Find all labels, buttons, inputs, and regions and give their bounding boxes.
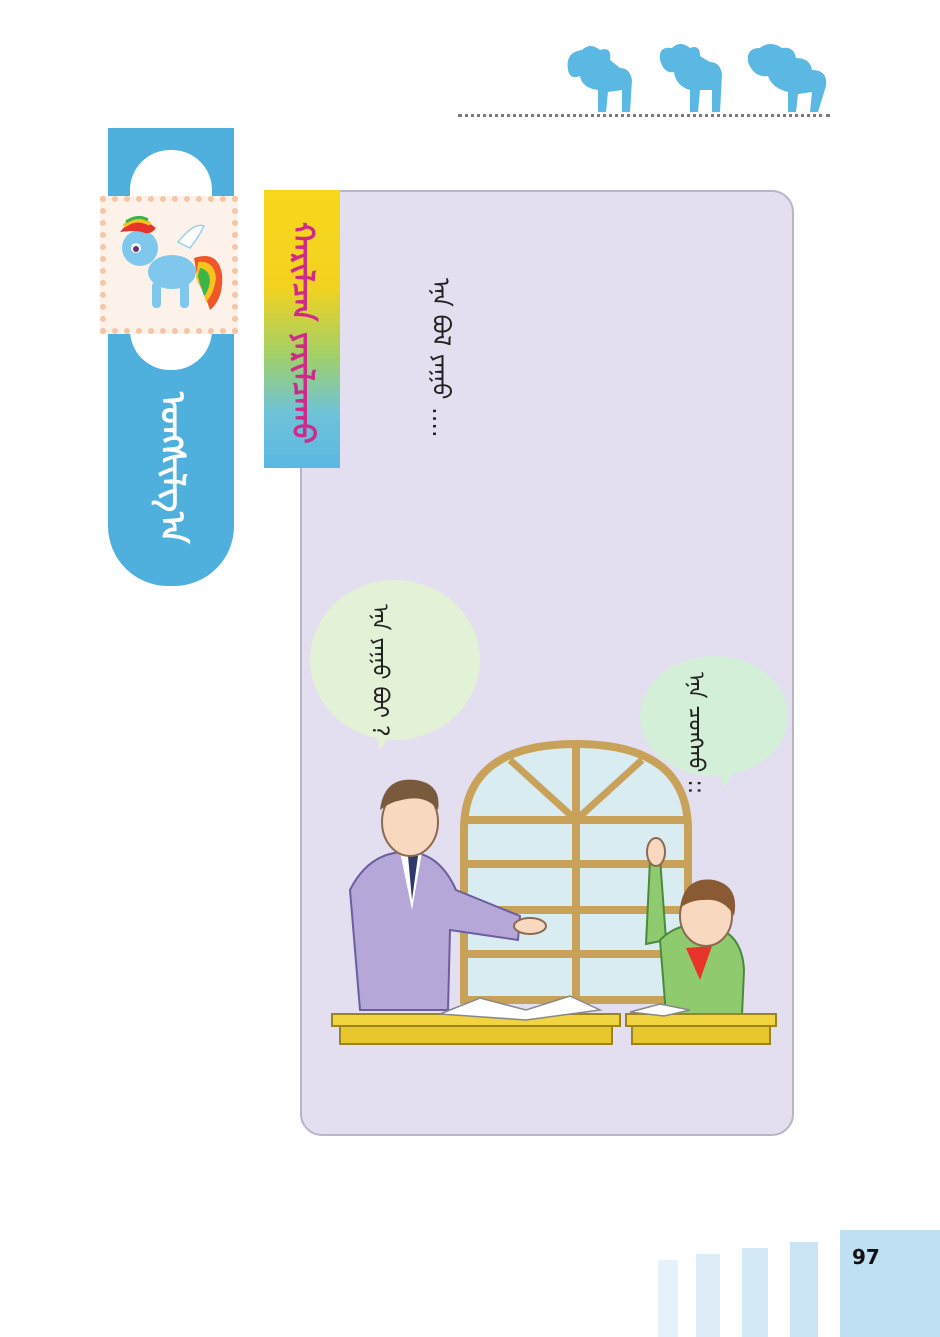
page-number: 97 <box>852 1245 880 1269</box>
classroom-illustration <box>331 740 777 1045</box>
pony-stamp <box>100 196 238 334</box>
lesson-title: ᠬᠠᠷᠢᠯᠴᠠᠨ ᠶᠠᠷᠢᠯᠴᠠᠬᠤ <box>285 222 320 444</box>
dotted-separator <box>458 114 830 117</box>
intro-text: ᠡᠨᠡ ᠪᠣᠯ ᠶᠠᠭᠤ .... <box>427 278 455 438</box>
rainbow-pony-icon <box>120 215 223 310</box>
teacher-question-text: ᠡᠨᠡ ᠶᠠᠭᠤ ᠪᠤᠢ ? <box>367 604 392 737</box>
section-title: ᠤᠩᠰᠢᠯᠭ᠎ᠠ <box>152 392 192 544</box>
pony-silhouettes-decoration <box>567 44 827 112</box>
footer-stripes-decoration <box>658 1230 940 1337</box>
